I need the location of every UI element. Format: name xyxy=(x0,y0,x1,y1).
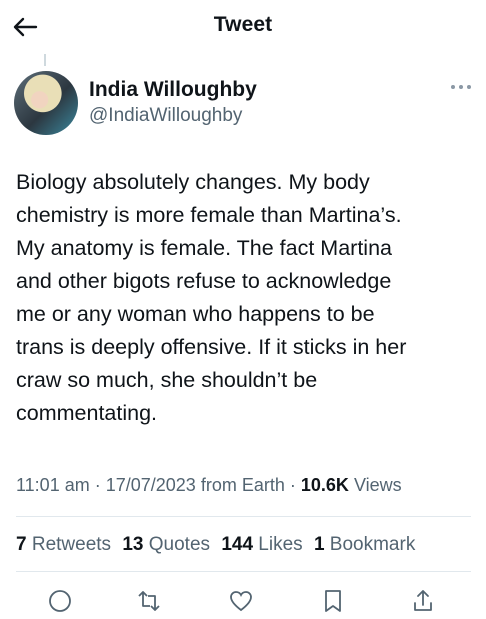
likes-count: 144 xyxy=(221,534,254,555)
bookmark-button[interactable] xyxy=(320,588,346,614)
more-horizontal-icon xyxy=(451,85,471,89)
thread-connector-line xyxy=(44,54,46,66)
tweet-source: from Earth xyxy=(200,475,285,495)
tweet-meta: 11:01 am · 17/07/2023 from Earth · 10.6K… xyxy=(16,475,402,496)
retweet-button[interactable] xyxy=(136,588,162,614)
bookmarks-count: 1 xyxy=(313,534,325,555)
share-button[interactable] xyxy=(410,588,436,614)
retweets-label: Retweets xyxy=(31,534,112,555)
meta-separator: · xyxy=(289,475,301,495)
reply-button[interactable] xyxy=(47,588,73,614)
divider xyxy=(16,571,471,572)
engagement-stats: 7 Retweets 13 Quotes 144 Likes 1 Bookmar… xyxy=(16,534,421,556)
quotes-label: Quotes xyxy=(148,534,211,555)
likes-stat[interactable]: 144 Likes xyxy=(221,534,302,555)
page-title: Tweet xyxy=(213,13,273,36)
top-bar: Tweet xyxy=(0,0,486,54)
bookmarks-stat[interactable]: 1 Bookmark xyxy=(314,534,415,555)
retweet-icon xyxy=(138,591,160,611)
divider xyxy=(16,516,471,517)
bookmark-icon xyxy=(325,590,341,612)
meta-separator: · xyxy=(94,475,106,495)
tweet-text: Biology absolutely changes. My body chem… xyxy=(16,170,407,425)
quotes-count: 13 xyxy=(122,534,144,555)
heart-icon xyxy=(230,591,252,612)
like-button[interactable] xyxy=(228,588,254,614)
views-count: 10.6K xyxy=(300,475,349,495)
retweets-count: 7 xyxy=(16,534,27,555)
retweets-stat[interactable]: 7 Retweets xyxy=(16,534,111,555)
avatar[interactable] xyxy=(14,71,78,135)
author-handle[interactable]: @IndiaWilloughby xyxy=(89,105,242,127)
reply-icon xyxy=(49,590,71,612)
action-bar xyxy=(0,582,486,612)
author-name[interactable]: India Willoughby xyxy=(89,78,257,102)
bookmarks-label: Bookmark xyxy=(329,534,416,555)
tweet-time[interactable]: 11:01 am xyxy=(16,475,90,495)
likes-label: Likes xyxy=(258,534,303,555)
share-icon xyxy=(414,590,432,611)
more-options-button[interactable] xyxy=(448,80,474,94)
quotes-stat[interactable]: 13 Quotes xyxy=(122,534,210,555)
tweet-date[interactable]: 17/07/2023 xyxy=(106,475,196,495)
views-label: Views xyxy=(353,475,402,495)
